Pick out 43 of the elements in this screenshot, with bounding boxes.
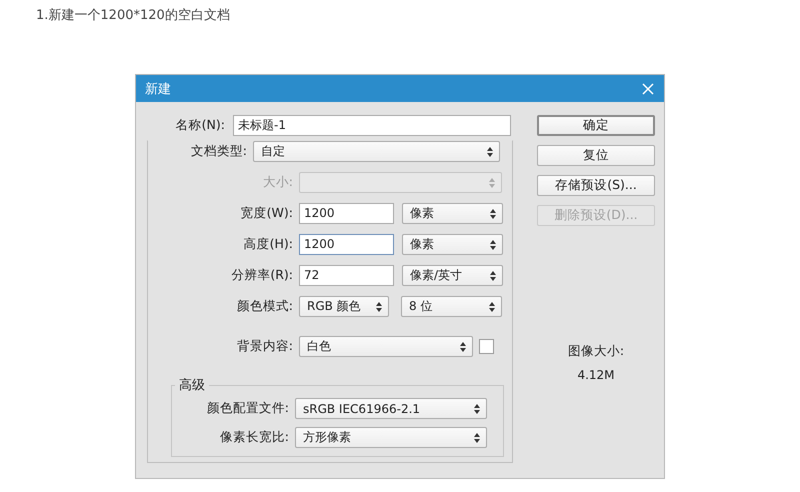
field-label: 文档类型: [190,143,248,160]
dialog-button[interactable]: 确定 [537,115,655,136]
updown-arrows-icon [474,432,480,442]
updown-arrows-icon [474,404,480,414]
field-label: 颜色配置文件: [206,400,290,417]
updown-arrows-icon [376,302,382,312]
updown-arrows-icon [490,270,496,280]
dropdown[interactable]: sRGB IEC61966-2.1 [295,398,487,419]
window-title: 新建 [145,80,171,98]
dropdown[interactable]: 自定 [253,141,500,162]
image-size-label: 图像大小: [566,343,626,360]
dropdown[interactable]: 方形像素 [295,427,487,448]
color-swatch[interactable] [479,339,494,354]
field-label: 高度(H): [242,236,294,253]
updown-arrows-icon [490,240,496,250]
group-title: 高级 [175,376,209,394]
updown-arrows-icon [489,178,495,188]
number-field[interactable]: 72 [299,265,394,286]
dialog-button[interactable]: 存储预设(S)... [537,175,655,196]
field-label: 颜色模式: [236,298,294,315]
color-mode-dropdown[interactable]: RGB 颜色 [299,296,389,317]
unit-dropdown[interactable]: 像素/英寸 [402,265,503,286]
unit-dropdown[interactable]: 像素 [402,234,503,255]
updown-arrows-icon [490,208,496,218]
updown-arrows-icon [487,146,493,156]
updown-arrows-icon [489,302,495,312]
unit-dropdown[interactable]: 像素 [402,203,503,224]
field-label: 背景内容: [236,338,294,355]
dialog-button[interactable]: 复位 [537,145,655,166]
field-label: 像素长宽比: [218,429,290,446]
caption-text: 1.新建一个1200*120的空白文档 [35,7,231,25]
bit-depth-dropdown[interactable]: 8 位 [401,296,502,317]
background-dropdown[interactable]: 白色 [299,336,473,357]
updown-arrows-icon [460,342,466,352]
close-icon[interactable] [642,82,654,94]
number-field[interactable]: 1200 [299,203,394,224]
name-field[interactable]: 未标题-1 [233,115,511,136]
number-field[interactable]: 1200 [299,234,394,255]
field-label: 宽度(W): [240,205,294,222]
field-label: 大小: [262,174,294,191]
image-size-value: 4.12M [576,368,616,382]
field-label: 名称(N): [174,117,226,134]
field-label: 分辨率(R): [230,267,294,284]
